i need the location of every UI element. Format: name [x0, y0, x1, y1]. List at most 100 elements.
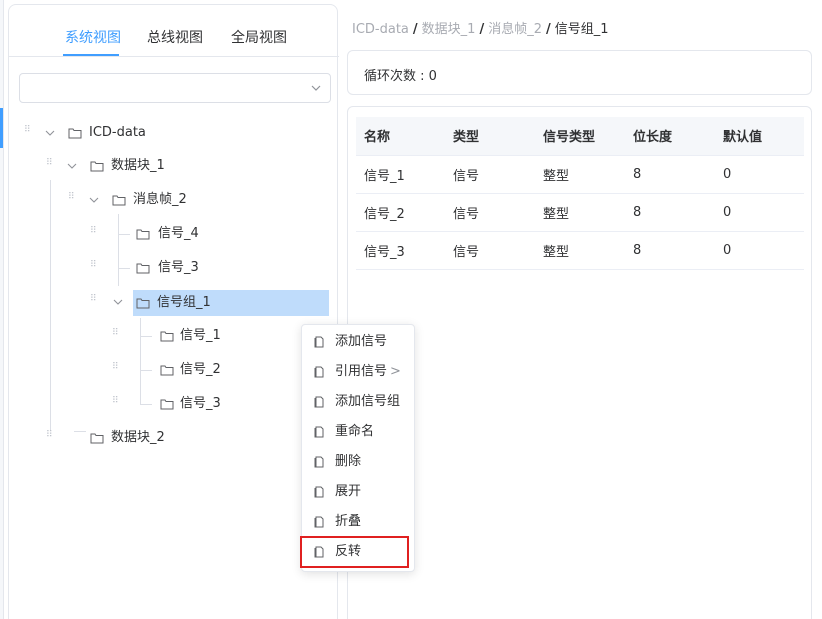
tree-node-frame-2[interactable]: ⠿ 消息帧_2 [64, 187, 324, 213]
chevron-down-icon[interactable] [113, 297, 123, 307]
document-icon [314, 486, 324, 498]
left-edge-bar [0, 0, 4, 619]
drag-handle-icon[interactable]: ⠿ [112, 329, 122, 342]
tree-node-signal-3[interactable]: ⠿ 信号_3 [88, 255, 328, 281]
tree-node-label: 信号_4 [158, 226, 199, 241]
table-cell: 8 [625, 193, 715, 232]
menu-item-delete[interactable]: 删除 [302, 447, 416, 477]
tree-node-group-signal-2[interactable]: ⠿ 信号_2 [110, 357, 300, 383]
tab-global-view[interactable]: 全局视图 [231, 27, 287, 47]
breadcrumb-item[interactable]: ICD-data [352, 22, 409, 37]
tree-guide-line [50, 318, 51, 422]
loop-count-card: 循环次数 : 0 [347, 50, 812, 95]
table-row[interactable]: 信号_1 信号 整型 8 0 [356, 155, 804, 194]
document-icon [314, 456, 324, 468]
tree-node-block-2[interactable]: ⠿ 数据块_2 [42, 425, 302, 451]
tree-node-group-signal-1[interactable]: ⠿ 信号_1 [110, 323, 300, 349]
table-cell: 信号_3 [356, 231, 445, 270]
folder-icon [68, 128, 82, 139]
table-cell: 整型 [535, 231, 625, 270]
tree-node-icd-data[interactable]: ⠿ ICD-data [20, 120, 320, 146]
folder-icon [136, 263, 150, 274]
tree-node-block-1[interactable]: ⠿ 数据块_1 [42, 153, 322, 179]
menu-item-reverse[interactable]: 反转 [302, 537, 416, 567]
context-menu: 添加信号 引用信号 > 添加信号组 重命名 删除 展开 折叠 反转 [301, 324, 415, 572]
breadcrumb-separator: / [479, 22, 485, 37]
table-cell: 信号_2 [356, 193, 445, 232]
table-cell: 0 [715, 193, 804, 232]
table-cell: 0 [715, 155, 804, 194]
breadcrumb-current: 信号组_1 [554, 22, 609, 37]
view-select[interactable] [19, 73, 331, 103]
document-icon [314, 426, 324, 438]
menu-item-add-signal[interactable]: 添加信号 [302, 327, 416, 357]
submenu-arrow-icon: > [390, 364, 401, 379]
drag-handle-icon[interactable]: ⠿ [90, 261, 100, 274]
tree-node-signal-4[interactable]: ⠿ 信号_4 [88, 221, 328, 247]
active-tab-underline [63, 54, 119, 56]
left-edge-indicator [0, 108, 3, 148]
menu-item-reference-signal[interactable]: 引用信号 > [302, 357, 416, 387]
drag-handle-icon[interactable]: ⠿ [68, 193, 78, 206]
document-icon [314, 396, 324, 408]
folder-icon [160, 365, 174, 376]
menu-item-label: 删除 [335, 454, 362, 469]
document-icon [314, 516, 324, 528]
folder-icon [136, 298, 150, 309]
chevron-down-icon [311, 85, 321, 91]
breadcrumb-item[interactable]: 消息帧_2 [488, 22, 542, 37]
document-icon [314, 366, 324, 378]
tree-node-label: 信号_1 [180, 328, 221, 343]
drag-handle-icon[interactable]: ⠿ [112, 363, 122, 376]
tree-node-group-signal-3[interactable]: ⠿ 信号_3 [110, 391, 300, 417]
drag-handle-icon[interactable]: ⠿ [46, 431, 56, 444]
table-cell: 整型 [535, 193, 625, 232]
table-cell: 信号_1 [356, 155, 445, 194]
folder-icon [90, 433, 104, 444]
document-icon [314, 546, 324, 558]
loop-count-text: 循环次数 : 0 [364, 69, 437, 84]
chevron-down-icon[interactable] [89, 195, 99, 205]
tree-node-group-1-selected[interactable]: 信号组_1 [133, 290, 329, 316]
folder-icon [112, 195, 126, 206]
chevron-down-icon[interactable] [67, 161, 77, 171]
folder-icon [160, 399, 174, 410]
menu-item-add-signal-group[interactable]: 添加信号组 [302, 387, 416, 417]
tab-system-view[interactable]: 系统视图 [65, 27, 121, 47]
menu-item-label: 展开 [335, 484, 362, 499]
table-row[interactable]: 信号_2 信号 整型 8 0 [356, 193, 804, 232]
tree-node-label: 数据块_2 [111, 430, 165, 445]
tree-node-label: 信号_2 [180, 362, 221, 377]
drag-handle-icon[interactable]: ⠿ [24, 126, 34, 139]
menu-item-label: 添加信号组 [335, 394, 401, 409]
view-tabs: 系统视图 总线视图 全局视图 [9, 5, 339, 57]
tree-node-label: 消息帧_2 [133, 192, 187, 207]
table-row[interactable]: 信号_3 信号 整型 8 0 [356, 231, 804, 270]
drag-handle-icon[interactable]: ⠿ [46, 159, 56, 172]
chevron-down-icon[interactable] [45, 128, 55, 138]
tree-node-label: ICD-data [89, 125, 146, 140]
breadcrumb-separator: / [412, 22, 418, 37]
menu-item-label: 重命名 [335, 424, 375, 439]
menu-item-collapse[interactable]: 折叠 [302, 507, 416, 537]
menu-item-label: 反转 [335, 544, 362, 559]
drag-handle-icon[interactable]: ⠿ [90, 227, 100, 240]
table-cell: 0 [715, 231, 804, 270]
table-cell: 信号 [445, 193, 535, 232]
menu-item-expand[interactable]: 展开 [302, 477, 416, 507]
tree-node-label: 信号_3 [158, 260, 199, 275]
table-cell: 整型 [535, 155, 625, 194]
tree-node-label: 数据块_1 [111, 158, 165, 173]
column-header-name: 名称 [356, 117, 445, 156]
breadcrumb-item[interactable]: 数据块_1 [422, 22, 476, 37]
tab-bus-view[interactable]: 总线视图 [147, 27, 203, 47]
menu-item-rename[interactable]: 重命名 [302, 417, 416, 447]
menu-item-label: 折叠 [335, 514, 362, 529]
tree-node-label: 信号_3 [180, 396, 221, 411]
table-header-row: 名称 类型 信号类型 位长度 默认值 [356, 117, 804, 156]
breadcrumb-separator: / [545, 22, 551, 37]
column-header-signal-type: 信号类型 [535, 117, 625, 156]
drag-handle-icon[interactable]: ⠿ [112, 397, 122, 410]
breadcrumb: ICD-data / 数据块_1/消息帧_2/信号组_1 [352, 18, 609, 37]
drag-handle-icon[interactable]: ⠿ [90, 295, 100, 308]
